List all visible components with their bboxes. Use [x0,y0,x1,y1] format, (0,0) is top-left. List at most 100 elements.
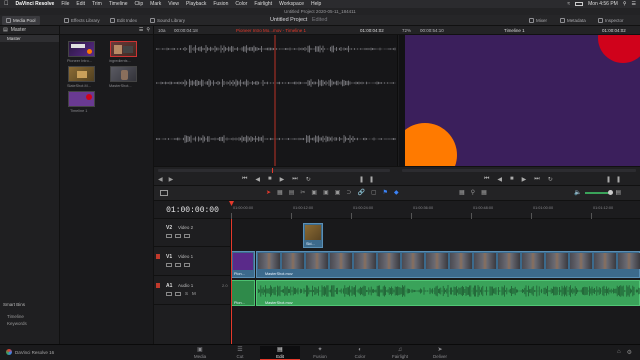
stop-icon[interactable]: ■ [510,176,514,183]
volume-slider[interactable] [585,189,614,195]
menu-file[interactable]: File [61,1,69,7]
source-scrubber-playhead[interactable] [272,168,273,173]
insert-clip-icon[interactable]: ▣ [311,189,317,196]
track-name[interactable]: Video 2 [178,225,193,230]
mark-out-icon[interactable]: ❚ [616,176,621,183]
clip-thumbnail-pioneer-intro[interactable] [68,41,95,57]
timeline-ruler[interactable]: 01:00:00:00 01:00:12:00 01:00:24:00 01:00:3… [229,201,640,219]
mark-out-icon[interactable]: ❚ [369,176,374,183]
program-timeline-name[interactable]: Timeline 1 [504,28,525,33]
go-to-end-icon[interactable]: ⏭ [534,176,539,183]
auto-select-icon[interactable] [175,263,181,267]
wifi-icon[interactable]: ≈ [567,1,570,7]
source-scrubber[interactable] [158,169,390,172]
clip-thumbnail-mastershot[interactable] [110,66,137,82]
settings-icon[interactable]: ⚙ [627,349,632,356]
page-media[interactable]: ▣ Media [180,346,220,360]
smart-bin-keywords[interactable]: Keywords [0,320,59,327]
overwrite-clip-icon[interactable]: ▣ [323,189,329,196]
source-patch-a1[interactable] [156,283,160,288]
selection-tool-icon[interactable]: ➤ [266,189,271,196]
play-icon[interactable]: ▶ [522,176,527,183]
blade-tool-icon[interactable]: ✂ [300,189,305,196]
go-to-start-icon[interactable]: ⏮ [242,176,247,183]
menu-playback[interactable]: Playback [186,1,206,7]
bin-item-master[interactable]: Master [0,35,59,42]
replace-clip-icon[interactable]: ▣ [335,189,341,196]
speaker-icon[interactable]: 🔈 [574,189,581,196]
clock[interactable]: Mon 4:56 PM [588,1,618,7]
page-edit[interactable]: ▤ Edit [260,346,300,360]
track-header-v1[interactable]: V1 Video 1 [154,248,230,276]
mixer-button[interactable]: Mixer [525,16,551,25]
source-clip-name[interactable]: Pioneer Intro Mo...mov - Timeline 1 [236,28,306,33]
auto-select-icon[interactable] [175,292,181,296]
menu-workspace[interactable]: Workspace [279,1,304,7]
source-viewer[interactable] [154,35,398,166]
source-zoom[interactable]: 10a [158,28,166,33]
home-icon[interactable]: ⌂ [617,349,621,356]
mark-in-icon[interactable]: ❚ [359,176,364,183]
menu-help[interactable]: Help [311,1,321,7]
go-to-start-icon[interactable]: ⏮ [484,176,489,183]
edit-index-button[interactable]: Edit Index [106,16,141,25]
timeline-view-options-icon[interactable] [160,190,168,196]
menu-mark[interactable]: Mark [150,1,161,7]
search-icon[interactable]: ⚲ [146,27,150,33]
marker-icon[interactable]: ◆ [394,189,399,196]
timeline-clip-a1-intro[interactable]: Pion... [231,280,255,306]
position-lock-icon[interactable]: ▢ [371,189,377,196]
stop-icon[interactable]: ■ [268,176,272,183]
dynamic-trim-icon[interactable]: ▤ [289,189,295,196]
spotlight-search-icon[interactable]: ⚲ [623,1,627,7]
full-extent-zoom-icon[interactable]: ▦ [459,189,465,196]
source-patch-v1[interactable] [156,254,160,259]
auto-select-icon[interactable] [175,234,181,238]
timeline-playhead[interactable] [231,219,232,344]
snapping-icon[interactable]: ⊃ [346,189,351,196]
page-fusion[interactable]: ✦ Fusion [300,346,340,360]
page-color[interactable]: ◐ Color [340,346,380,360]
menu-trim[interactable]: Trim [92,1,102,7]
menu-fusion[interactable]: Fusion [213,1,228,7]
menu-app-name[interactable]: DaVinci Resolve [16,1,55,7]
menu-clip[interactable]: Clip [135,1,144,7]
audio-meter-icon[interactable]: ▤ [615,189,621,196]
timeline-clip-v2[interactable]: Sld... [303,223,323,248]
sound-library-button[interactable]: Sound Library [146,16,189,25]
timeline-clip-v1-mastershot[interactable]: MasterShot.mov [256,251,640,278]
track-header-a1[interactable]: A1 Audio 1 2.0 S M [154,277,230,305]
custom-zoom-icon[interactable]: ▦ [481,189,487,196]
menu-fairlight[interactable]: Fairlight [254,1,272,7]
effects-library-button[interactable]: Effects Library [60,16,104,25]
link-icon[interactable]: 🔗 [357,189,364,196]
program-zoom[interactable]: 72% [402,28,411,33]
jog-left-icon[interactable]: ◀▶ [158,177,179,183]
mark-in-icon[interactable]: ❚ [606,176,611,183]
play-reverse-icon[interactable]: ◀ [255,176,260,183]
lock-track-icon[interactable] [166,292,172,296]
menu-list-icon[interactable]: ☰ [632,1,636,7]
battery-icon[interactable] [575,2,584,6]
timeline-thumbnail[interactable] [68,91,95,107]
track-name[interactable]: Audio 1 [178,283,193,288]
list-view-icon[interactable]: ☰ [139,27,143,33]
flag-icon[interactable]: ⚑ [383,189,388,196]
timeline-viewer[interactable] [399,35,640,166]
menu-timeline[interactable]: Timeline [109,1,128,7]
volume-slider-handle[interactable] [608,189,614,195]
apple-icon[interactable]:  [4,1,9,7]
metadata-button[interactable]: Metadata [556,16,590,25]
detail-zoom-icon[interactable]: ⚲ [471,189,475,196]
page-deliver[interactable]: ➤ Deliver [420,346,460,360]
timeline-clip-a1-mastershot[interactable]: MasterShot.mov [256,280,640,306]
disable-track-icon[interactable] [184,234,190,238]
menu-edit[interactable]: Edit [76,1,85,7]
media-pool-button[interactable]: Media Pool [2,16,40,25]
menu-color[interactable]: Color [235,1,247,7]
timeline-timecode[interactable]: 01:00:00:00 [154,201,231,219]
track-header-v2[interactable]: V2 Video 2 [154,219,230,247]
play-icon[interactable]: ▶ [280,176,285,183]
timeline-tracks[interactable]: Sld... Pion... MasterShot.mov Pion... Ma… [231,219,640,344]
page-cut[interactable]: ☰ Cut [220,346,260,360]
